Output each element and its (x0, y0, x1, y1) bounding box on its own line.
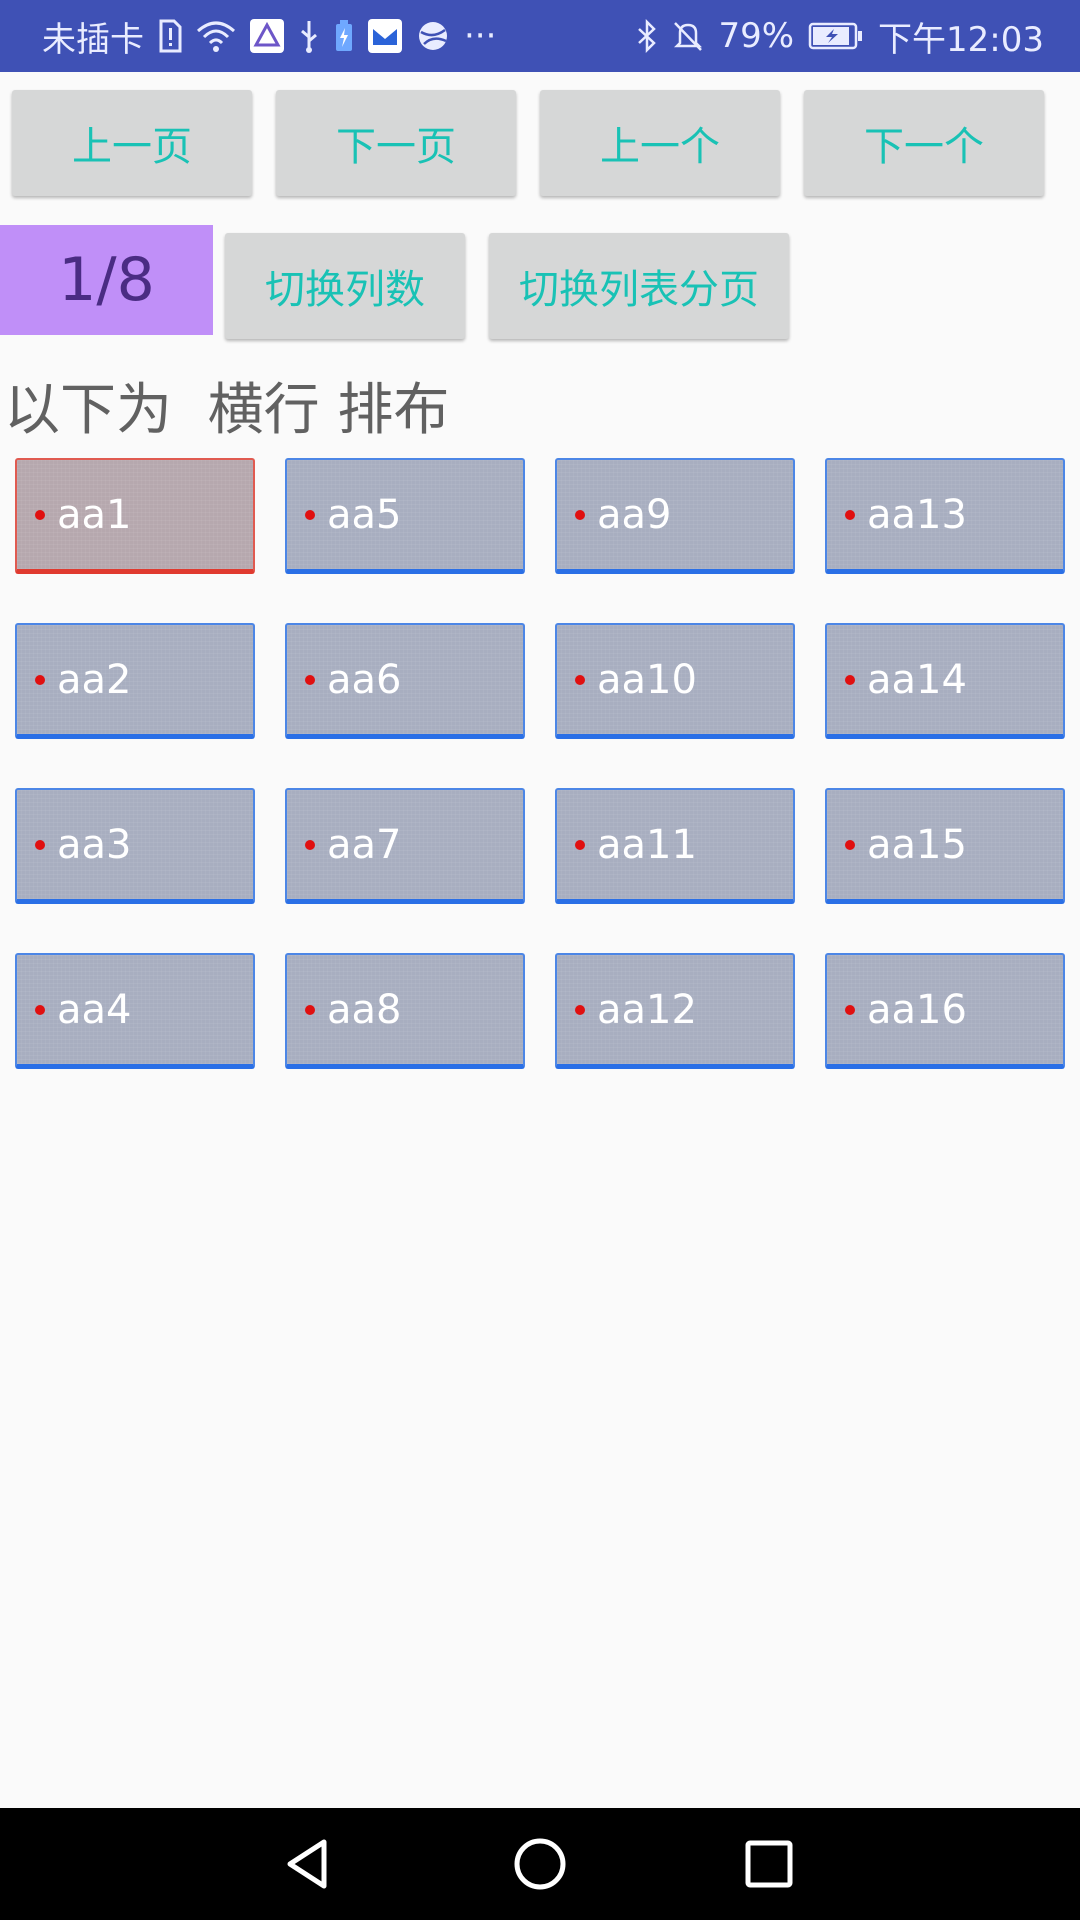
grid-item[interactable]: aa8 (285, 953, 525, 1069)
red-dot-icon (845, 509, 855, 520)
next-page-button[interactable]: 下一页 (276, 90, 516, 196)
red-dot-icon (575, 509, 585, 520)
grid-item-label: aa9 (597, 491, 672, 538)
grid-item[interactable]: aa1 (15, 458, 255, 574)
red-dot-icon (35, 1004, 45, 1015)
grid-item[interactable]: aa2 (15, 623, 255, 739)
red-dot-icon (845, 1004, 855, 1015)
app-notification-icon (250, 19, 284, 53)
red-dot-icon (35, 839, 45, 850)
grid-item-label: aa2 (57, 656, 132, 703)
status-bar-left: 未插卡 ··· (42, 12, 510, 61)
red-dot-icon (305, 674, 315, 685)
prev-item-button[interactable]: 上一个 (540, 90, 780, 196)
toggle-columns-button[interactable]: 切换列数 (225, 233, 465, 339)
grid-item-label: aa3 (57, 821, 132, 868)
grid-item[interactable]: aa6 (285, 623, 525, 739)
red-dot-icon (575, 839, 585, 850)
status-bar-right: 79% 下午12:03 (636, 12, 1044, 61)
grid-item-label: aa6 (327, 656, 402, 703)
red-dot-icon (35, 674, 45, 685)
prev-page-button[interactable]: 上一页 (12, 90, 252, 196)
grid-item[interactable]: aa16 (825, 953, 1065, 1069)
battery-charging-icon (334, 16, 354, 56)
next-item-button[interactable]: 下一个 (804, 90, 1044, 196)
grid-item[interactable]: aa11 (555, 788, 795, 904)
more-notifications-icon: ··· (464, 16, 497, 56)
toggle-list-paging-button[interactable]: 切换列表分页 (489, 233, 789, 339)
grid-item-label: aa16 (867, 986, 967, 1033)
grid-item-label: aa13 (867, 491, 967, 538)
grid-item[interactable]: aa4 (15, 953, 255, 1069)
grid-item-label: aa15 (867, 821, 967, 868)
wifi-icon (196, 16, 236, 56)
red-dot-icon (845, 839, 855, 850)
battery-icon (808, 16, 864, 56)
app-mail-icon (368, 19, 402, 53)
usb-icon (298, 16, 320, 56)
globe-icon (416, 16, 450, 56)
mute-bell-icon (672, 16, 704, 56)
grid-item[interactable]: aa3 (15, 788, 255, 904)
grid-item[interactable]: aa15 (825, 788, 1065, 904)
red-dot-icon (575, 1004, 585, 1015)
carrier-label: 未插卡 (42, 19, 144, 60)
back-icon[interactable] (272, 1828, 344, 1900)
red-dot-icon (845, 674, 855, 685)
grid-item-label: aa12 (597, 986, 697, 1033)
status-bar: 未插卡 ··· 79% 下午12:03 (0, 0, 1080, 72)
grid-item[interactable]: aa5 (285, 458, 525, 574)
red-dot-icon (305, 839, 315, 850)
grid-item[interactable]: aa9 (555, 458, 795, 574)
red-dot-icon (305, 509, 315, 520)
grid-item[interactable]: aa12 (555, 953, 795, 1069)
clock: 下午12:03 (878, 19, 1044, 60)
red-dot-icon (575, 674, 585, 685)
recents-icon[interactable] (733, 1828, 805, 1900)
grid-item-label: aa4 (57, 986, 132, 1033)
red-dot-icon (305, 1004, 315, 1015)
red-dot-icon (35, 509, 45, 520)
bluetooth-icon (636, 16, 658, 56)
grid-item-label: aa8 (327, 986, 402, 1033)
grid-item[interactable]: aa10 (555, 623, 795, 739)
grid-item-label: aa11 (597, 821, 697, 868)
grid-item-label: aa1 (57, 491, 132, 538)
battery-percent: 79% (718, 16, 795, 56)
grid-item-label: aa7 (327, 821, 402, 868)
grid-item-label: aa5 (327, 491, 402, 538)
home-icon[interactable] (504, 1828, 576, 1900)
grid-item-label: aa14 (867, 656, 967, 703)
page-indicator: 1/8 (0, 225, 213, 335)
grid-item[interactable]: aa7 (285, 788, 525, 904)
navigation-bar (0, 1808, 1080, 1920)
grid-item[interactable]: aa14 (825, 623, 1065, 739)
section-title: 以下为 横行 排布 (4, 378, 450, 443)
sim-alert-icon (158, 16, 182, 56)
grid-item[interactable]: aa13 (825, 458, 1065, 574)
grid-item-label: aa10 (597, 656, 697, 703)
